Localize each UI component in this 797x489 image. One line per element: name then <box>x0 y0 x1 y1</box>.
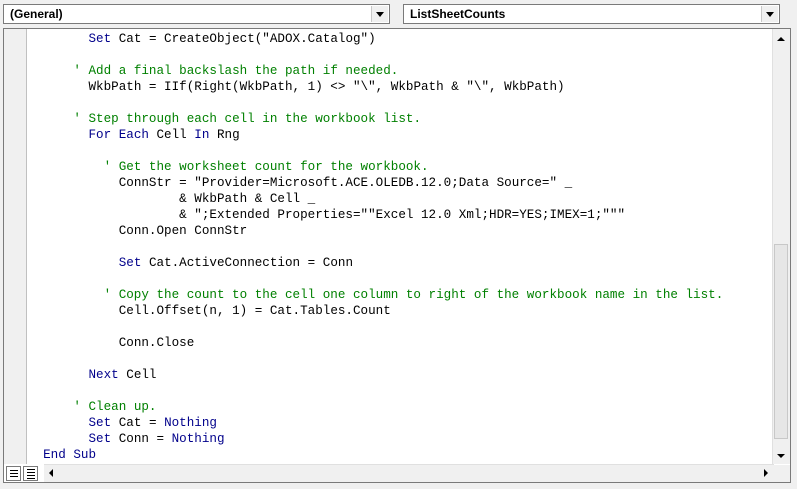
scroll-up-icon[interactable] <box>777 37 785 41</box>
code-keyword: Set <box>88 416 112 430</box>
code-text: Rng <box>209 128 240 142</box>
code-text: WkbPath = IIf(Right(WkbPath, 1) <> "\", … <box>88 80 565 94</box>
code-line[interactable]: ' Copy the count to the cell one column … <box>28 287 724 303</box>
code-line[interactable]: ' Step through each cell in the workbook… <box>28 111 421 127</box>
code-text: ConnStr = "Provider=Microsoft.ACE.OLEDB.… <box>118 176 573 190</box>
code-line[interactable]: End Sub <box>28 447 96 463</box>
code-line[interactable]: ' Clean up. <box>28 399 157 415</box>
code-line[interactable]: WkbPath = IIf(Right(WkbPath, 1) <> "\", … <box>28 79 565 95</box>
code-text: Conn.Open ConnStr <box>118 224 248 238</box>
code-area[interactable]: Set Cat = CreateObject("ADOX.Catalog") '… <box>28 31 774 463</box>
code-line[interactable]: ' Get the worksheet count for the workbo… <box>28 159 429 175</box>
code-text: Cell <box>148 128 195 142</box>
code-keyword: Nothing <box>164 416 217 430</box>
vertical-scrollbar[interactable] <box>772 29 790 464</box>
code-line[interactable]: Next Cell <box>28 367 157 383</box>
margin-indicator-bar[interactable] <box>4 29 27 464</box>
code-keyword: Set <box>118 256 142 270</box>
procedure-dropdown-arrow-icon[interactable] <box>371 6 388 22</box>
code-text: & WkbPath & Cell _ <box>179 192 316 206</box>
scroll-down-icon[interactable] <box>777 454 785 458</box>
vertical-scroll-thumb[interactable] <box>774 244 788 439</box>
code-line[interactable]: Set Cat = CreateObject("ADOX.Catalog") <box>28 31 376 47</box>
code-comment: ' Add a final backslash the path if need… <box>73 64 399 78</box>
code-keyword: Next <box>88 368 119 382</box>
scroll-left-icon[interactable] <box>49 469 53 477</box>
code-line[interactable]: Conn.Close <box>28 335 195 351</box>
code-text: Cat = CreateObject("ADOX.Catalog") <box>111 32 376 46</box>
object-dropdown[interactable]: ListSheetCounts <box>403 4 780 24</box>
code-line[interactable]: ' Add a final backslash the path if need… <box>28 63 398 79</box>
code-keyword: Nothing <box>171 432 225 446</box>
code-text: Cat = <box>111 416 165 430</box>
code-line[interactable]: Set Cat = Nothing <box>28 415 217 431</box>
code-comment: ' Step through each cell in the workbook… <box>73 112 422 126</box>
code-keyword: In <box>194 128 210 142</box>
horizontal-scrollbar[interactable] <box>44 464 774 482</box>
code-line[interactable]: & ";Extended Properties=""Excel 12.0 Xml… <box>28 207 625 223</box>
code-comment: ' Get the worksheet count for the workbo… <box>103 160 429 174</box>
code-text: Cell <box>118 368 157 382</box>
code-text: Cat.ActiveConnection = Conn <box>141 256 354 270</box>
code-line[interactable]: Set Cat.ActiveConnection = Conn <box>28 255 353 271</box>
procedure-dropdown[interactable]: (General) <box>3 4 390 24</box>
code-text: & ";Extended Properties=""Excel 12.0 Xml… <box>179 208 626 222</box>
code-keyword: End Sub <box>43 448 97 462</box>
code-line[interactable]: Cell.Offset(n, 1) = Cat.Tables.Count <box>28 303 391 319</box>
code-text: Conn = <box>111 432 172 446</box>
code-keyword: Set <box>88 432 112 446</box>
scrollbar-corner <box>773 465 790 482</box>
code-line[interactable]: Set Conn = Nothing <box>28 431 225 447</box>
code-comment: ' Clean up. <box>73 400 157 414</box>
code-line[interactable]: & WkbPath & Cell _ <box>28 191 315 207</box>
code-line[interactable]: ConnStr = "Provider=Microsoft.ACE.OLEDB.… <box>28 175 572 191</box>
object-dropdown-arrow-icon[interactable] <box>761 6 778 22</box>
procedure-view-button[interactable] <box>6 466 21 481</box>
code-line[interactable]: For Each Cell In Rng <box>28 127 240 143</box>
object-dropdown-value: ListSheetCounts <box>410 7 506 21</box>
code-comment: ' Copy the count to the cell one column … <box>103 288 724 302</box>
scroll-right-icon[interactable] <box>764 469 768 477</box>
code-text: Cell.Offset(n, 1) = Cat.Tables.Count <box>118 304 391 318</box>
code-keyword: For Each <box>88 128 149 142</box>
code-line[interactable]: Conn.Open ConnStr <box>28 223 247 239</box>
full-module-view-button[interactable] <box>23 466 38 481</box>
code-text: Conn.Close <box>118 336 195 350</box>
code-editor[interactable]: Set Cat = CreateObject("ADOX.Catalog") '… <box>3 28 791 483</box>
code-keyword: Set <box>88 32 112 46</box>
procedure-dropdown-value: (General) <box>10 7 63 21</box>
